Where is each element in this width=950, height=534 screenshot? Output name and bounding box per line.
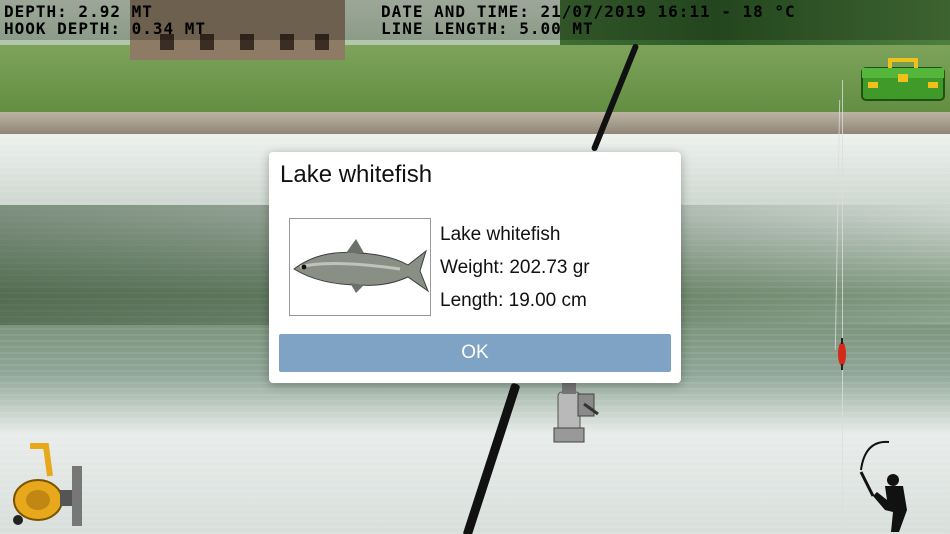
float-icon <box>838 338 846 370</box>
tackle-box-icon[interactable] <box>860 56 946 102</box>
fish-image <box>289 218 431 316</box>
dialog-title: Lake whitefish <box>280 161 433 188</box>
reel-icon[interactable] <box>6 442 88 528</box>
fish-name: Lake whitefish <box>440 224 561 245</box>
fish-weight: Weight: 202.73 gr <box>440 257 590 278</box>
rod-reel-icon[interactable] <box>540 380 600 455</box>
fishing-line <box>842 80 843 530</box>
ok-button[interactable]: OK <box>279 334 671 372</box>
hook-depth-readout: HOOK DEPTH: 0.34 MT <box>4 19 207 38</box>
fish-illustration-icon <box>293 239 430 293</box>
fish-length: Length: 19.00 cm <box>440 290 587 311</box>
hud-bar: DEPTH: 2.92 MT HOOK DEPTH: 0.34 MT DATE … <box>0 0 950 40</box>
fisherman-icon[interactable] <box>855 440 925 532</box>
catch-dialog: Lake whitefish Lake whitefish Weight: 20… <box>269 152 681 383</box>
line-length-readout: LINE LENGTH: 5.00 MT <box>381 19 594 38</box>
shoreline <box>0 112 950 136</box>
